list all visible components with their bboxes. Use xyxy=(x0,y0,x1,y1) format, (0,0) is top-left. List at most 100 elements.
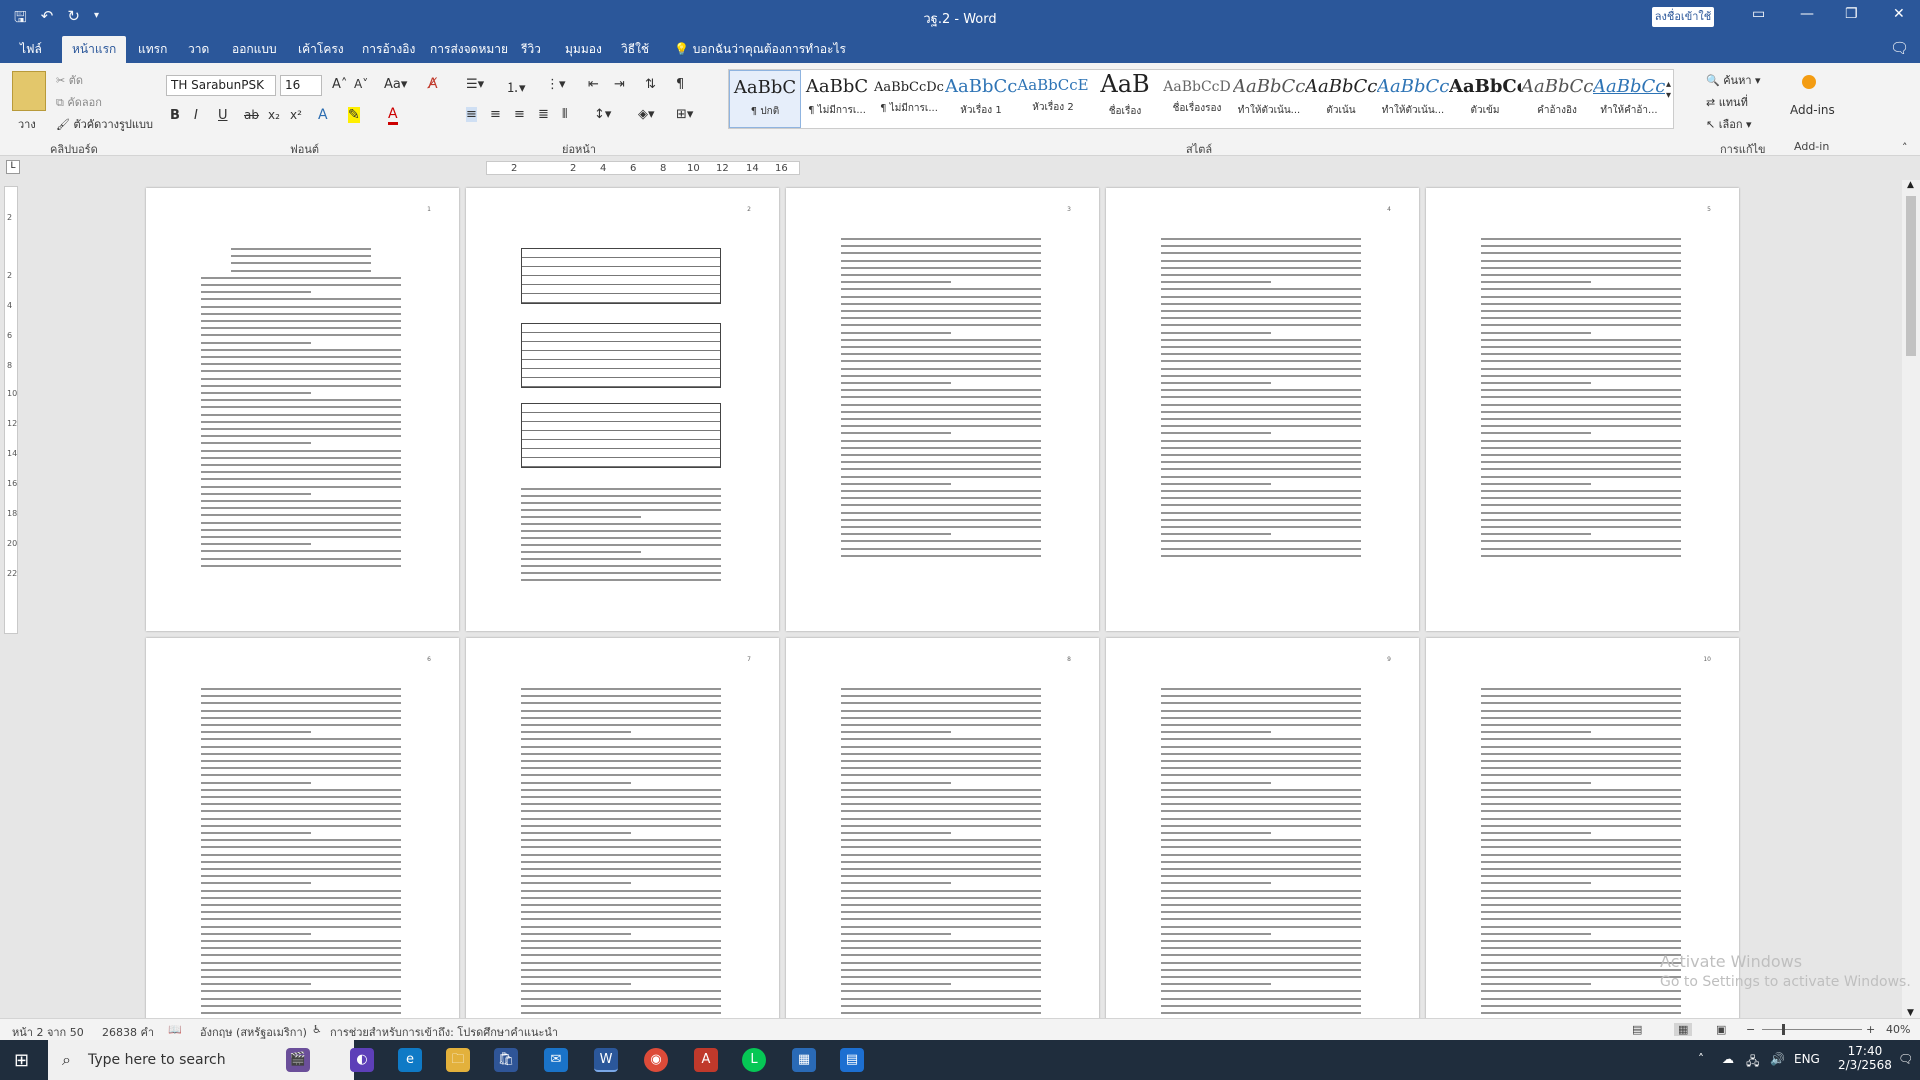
show-hide-marks-icon[interactable]: ¶ xyxy=(676,77,684,92)
document-page[interactable]: 8 xyxy=(786,638,1099,1018)
style-quote[interactable]: AaBbCc คำอ้างอิง xyxy=(1521,70,1593,128)
tab-selector-icon[interactable]: L xyxy=(6,160,20,174)
superscript-icon[interactable]: x² xyxy=(290,108,302,122)
change-case-icon[interactable]: Aa▾ xyxy=(384,77,407,92)
language-indicator[interactable]: ENG xyxy=(1794,1052,1820,1066)
document-page[interactable]: 9 xyxy=(1106,638,1419,1018)
collapse-ribbon-icon[interactable]: ˄ xyxy=(1902,141,1908,154)
tell-me-search[interactable]: 💡 บอกฉันว่าคุณต้องการทำอะไร xyxy=(674,40,846,59)
tab-layout[interactable]: เค้าโครง xyxy=(298,40,344,59)
multilevel-list-icon[interactable]: ⋮▾ xyxy=(546,77,566,92)
justify-icon[interactable]: ≣ xyxy=(538,107,549,122)
notification-icon[interactable]: 🗨 xyxy=(1898,1052,1913,1066)
focus-mode-icon[interactable]: ▤ xyxy=(1632,1023,1642,1036)
addins-button[interactable]: Add-ins xyxy=(1790,103,1835,117)
file-explorer-icon[interactable]: 🗀 xyxy=(446,1048,470,1072)
zoom-level[interactable]: 40% xyxy=(1886,1023,1910,1036)
accessibility-icon[interactable]: ♿ xyxy=(312,1023,322,1036)
paste-button[interactable]: วาง xyxy=(18,115,36,133)
style-title[interactable]: AaB ชื่อเรื่อง xyxy=(1089,70,1161,128)
borders-icon[interactable]: ⊞▾ xyxy=(676,107,693,122)
accessibility-status[interactable]: การช่วยสำหรับการเข้าถึง: โปรดศึกษาคำแนะน… xyxy=(330,1023,558,1041)
style-intense-quote[interactable]: AaBbCc ทำให้คำอ้า... xyxy=(1593,70,1665,128)
replace-button[interactable]: ⇄ แทนที่ xyxy=(1706,93,1748,111)
zoom-in-icon[interactable]: + xyxy=(1866,1023,1875,1036)
document-page[interactable]: 5 xyxy=(1426,188,1739,631)
minimize-icon[interactable]: — xyxy=(1800,6,1814,22)
print-layout-icon[interactable]: ▦ xyxy=(1674,1023,1693,1036)
font-family-select[interactable]: TH SarabunPSK xyxy=(166,75,276,96)
tab-home[interactable]: หน้าแรก xyxy=(62,36,127,63)
numbering-icon[interactable]: ⒈▾ xyxy=(506,77,526,96)
style-intense-emphasis[interactable]: AaBbCc ทำให้ตัวเน้น... xyxy=(1377,70,1449,128)
decrease-indent-icon[interactable]: ⇤ xyxy=(588,77,599,92)
font-size-select[interactable]: 16 xyxy=(280,75,322,96)
store-icon[interactable]: 🛍 xyxy=(494,1048,518,1072)
bullets-icon[interactable]: ☰▾ xyxy=(466,77,484,92)
calculator-icon[interactable]: ▦ xyxy=(792,1048,816,1072)
distributed-icon[interactable]: ⫴ xyxy=(562,107,567,122)
style-no-spacing-2[interactable]: AaBbCcDc ¶ ไม่มีการเ... xyxy=(873,70,945,128)
shrink-font-icon[interactable]: A˅ xyxy=(354,77,368,91)
find-button[interactable]: 🔍 ค้นหา ▾ xyxy=(1706,71,1761,89)
align-right-icon[interactable]: ≡ xyxy=(514,107,525,122)
tab-view[interactable]: มุมมอง xyxy=(565,40,602,59)
calendar-icon[interactable]: ▤ xyxy=(840,1048,864,1072)
line-icon[interactable]: L xyxy=(742,1048,766,1072)
style-subtle-emphasis[interactable]: AaBbCc ทำให้ตัวเน้น... xyxy=(1233,70,1305,128)
volume-icon[interactable]: 🔊 xyxy=(1770,1052,1785,1066)
vertical-ruler[interactable]: 2 2 4 6 8 10 12 14 16 18 20 22 xyxy=(4,186,18,634)
document-page[interactable]: 1 xyxy=(146,188,459,631)
document-canvas[interactable]: 1 2 3 4 5 6 7 8 9 10 xyxy=(22,180,1902,1018)
zoom-out-icon[interactable]: − xyxy=(1746,1023,1755,1036)
mail-icon[interactable]: ✉ xyxy=(544,1048,568,1072)
paste-icon[interactable] xyxy=(12,71,46,111)
shading-icon[interactable]: ◈▾ xyxy=(638,107,655,122)
clock[interactable]: 17:40 2/3/2568 xyxy=(1838,1044,1892,1072)
comments-icon[interactable]: 🗨 xyxy=(1890,39,1909,57)
style-no-spacing[interactable]: AaBbC ¶ ไม่มีการเ... xyxy=(801,70,873,128)
ruler-bar[interactable]: 2 2 4 6 8 10 12 14 16 xyxy=(486,161,800,175)
word-icon[interactable]: W xyxy=(594,1048,618,1072)
document-page[interactable]: 3 xyxy=(786,188,1099,631)
scroll-thumb[interactable] xyxy=(1906,196,1916,356)
select-button[interactable]: ↖ เลือก ▾ xyxy=(1706,115,1752,133)
style-heading-2[interactable]: AaBbCcE หัวเรื่อง 2 xyxy=(1017,70,1089,128)
word-count[interactable]: 26838 คำ xyxy=(102,1023,154,1041)
font-color-icon[interactable]: A xyxy=(388,106,398,125)
copilot-icon[interactable]: ◐ xyxy=(350,1048,374,1072)
network-icon[interactable]: 🖧 xyxy=(1746,1052,1759,1073)
grow-font-icon[interactable]: A˄ xyxy=(332,77,347,92)
scroll-up-icon[interactable]: ▲ xyxy=(1907,180,1914,190)
styles-more-icon[interactable]: ▴ ▾ xyxy=(1666,79,1671,101)
style-emphasis[interactable]: AaBbCc ตัวเน้น xyxy=(1305,70,1377,128)
sort-icon[interactable]: ⇅ xyxy=(645,77,656,92)
edge-icon[interactable]: e xyxy=(398,1048,422,1072)
subscript-icon[interactable]: x₂ xyxy=(268,108,280,122)
tab-file[interactable]: ไฟล์ xyxy=(20,40,42,59)
style-subtitle[interactable]: AaBbCcD ชื่อเรื่องรอง xyxy=(1161,70,1233,128)
pdf-reader-icon[interactable]: A xyxy=(694,1048,718,1072)
document-page[interactable]: 2 xyxy=(466,188,779,631)
tab-insert[interactable]: แทรก xyxy=(138,40,167,59)
windows-start-icon[interactable]: ⊞ xyxy=(14,1050,29,1071)
clear-formatting-icon[interactable]: A̸ xyxy=(428,76,438,92)
tray-overflow-icon[interactable]: ˄ xyxy=(1698,1052,1704,1066)
page-count[interactable]: หน้า 2 จาก 50 xyxy=(12,1023,84,1041)
text-effects-icon[interactable]: A xyxy=(318,107,328,123)
scroll-down-icon[interactable]: ▼ xyxy=(1907,1008,1914,1018)
tab-draw[interactable]: วาด xyxy=(188,40,209,59)
close-icon[interactable]: ✕ xyxy=(1893,6,1905,22)
tab-mailings[interactable]: การส่งจดหมาย xyxy=(430,40,508,59)
tab-help[interactable]: วิธีใช้ xyxy=(621,40,649,59)
tab-design[interactable]: ออกแบบ xyxy=(232,40,277,59)
style-normal[interactable]: AaBbC ¶ ปกติ xyxy=(729,70,801,128)
copy-button[interactable]: ⧉ คัดลอก xyxy=(56,93,102,111)
zoom-slider-thumb[interactable] xyxy=(1782,1024,1785,1035)
tab-review[interactable]: รีวิว xyxy=(521,40,541,59)
web-layout-icon[interactable]: ▣ xyxy=(1716,1023,1726,1036)
strikethrough-icon[interactable]: ab xyxy=(244,108,259,122)
document-page[interactable]: 6 xyxy=(146,638,459,1018)
ribbon-display-icon[interactable]: ▭ xyxy=(1752,6,1765,22)
line-spacing-icon[interactable]: ↕▾ xyxy=(594,107,611,122)
